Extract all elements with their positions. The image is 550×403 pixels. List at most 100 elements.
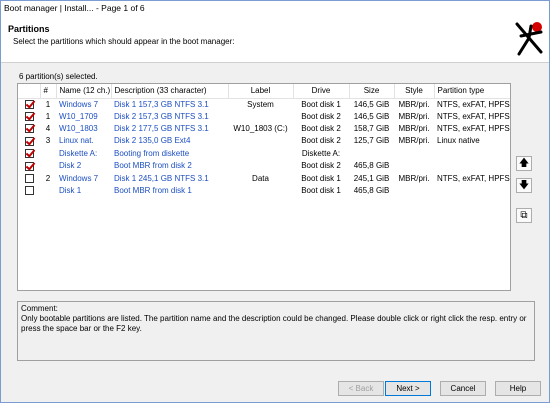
row-description: Disk 2 177,5 GB NTFS 3.1 [114, 124, 209, 134]
row-name: W10_1803 [59, 124, 98, 134]
row-checkbox[interactable] [18, 111, 40, 123]
row-drive: Boot disk 2 [301, 161, 341, 171]
row-style: MBR/pri. [398, 124, 430, 134]
row-checkbox[interactable] [18, 135, 40, 147]
row-drive: Boot disk 2 [301, 111, 341, 121]
row-number: 1 [45, 111, 51, 121]
row-partition-type [434, 160, 510, 172]
row-partition-type: NTFS, exFAT, HPFS [437, 124, 510, 134]
help-button[interactable]: Help [495, 381, 541, 396]
row-checkbox[interactable] [18, 148, 40, 160]
row-style: MBR/pri. [398, 136, 430, 146]
row-name: Diskette A: [59, 148, 98, 158]
partition-checkbox[interactable] [24, 136, 34, 146]
col-partition-type[interactable]: Partition type [434, 84, 510, 99]
table-row[interactable]: 1 W10_1709 Disk 2 157,3 GB NTFS 3.1 Boot di… [18, 111, 510, 123]
table-row[interactable]: 3 Linux nat. Disk 2 135,0 GB Ext4 Boot disk… [18, 135, 510, 147]
row-partition-type: NTFS, exFAT, HPFS [437, 99, 510, 109]
row-partition-type: NTFS, exFAT, HPFS [437, 173, 510, 183]
col-style[interactable]: Style [394, 84, 435, 99]
row-checkbox[interactable] [18, 172, 40, 184]
partition-checkbox[interactable] [24, 124, 34, 134]
col-size[interactable]: Size [349, 84, 395, 99]
row-style: MBR/pri. [398, 173, 430, 183]
copy-button[interactable]: ⧉ [516, 208, 532, 223]
cancel-button[interactable]: Cancel [440, 381, 486, 396]
col-name[interactable]: Name (12 ch.) [56, 84, 112, 99]
row-drive: Boot disk 1 [301, 99, 341, 109]
row-size: 125,7 GiB [353, 136, 390, 146]
arrow-down-icon: 🡇 [518, 180, 530, 191]
table-row[interactable]: Disk 2 Boot MBR from disk 2 Boot disk 2 465… [18, 160, 510, 172]
table-row[interactable]: 2 Windows 7 Disk 1 245,1 GB NTFS 3.1 Data Bo… [18, 172, 510, 184]
row-number [40, 160, 56, 172]
row-number [40, 148, 56, 160]
page-subtitle: Select the partitions which should appea… [13, 37, 235, 46]
row-style [394, 148, 434, 160]
row-size: 146,5 GiB [353, 99, 390, 109]
row-partition-type [434, 148, 510, 160]
partition-checkbox[interactable] [24, 149, 34, 159]
row-drive: Boot disk 2 [301, 124, 341, 134]
table-row[interactable]: Diskette A: Booting from diskette Diskette… [18, 148, 510, 160]
move-down-button[interactable]: 🡇 [516, 178, 532, 193]
row-drive: Boot disk 1 [301, 186, 341, 196]
partition-checkbox[interactable] [24, 161, 34, 171]
row-style [394, 185, 434, 197]
row-label: W10_1803 (C:) [233, 124, 288, 134]
row-label [228, 160, 293, 172]
row-drive: Boot disk 2 [301, 136, 341, 146]
page-title: Partitions [8, 24, 50, 34]
col-description[interactable]: Description (33 character) [111, 84, 229, 99]
row-size [349, 148, 394, 160]
row-name: W10_1709 [59, 111, 98, 121]
app-logo-icon [515, 22, 543, 56]
row-size: 158,7 GiB [353, 124, 390, 134]
row-description: Disk 1 245,1 GB NTFS 3.1 [114, 173, 209, 183]
row-description: Booting from diskette [114, 148, 190, 158]
row-description: Boot MBR from disk 2 [114, 161, 192, 171]
row-partition-type: NTFS, exFAT, HPFS [437, 111, 510, 121]
col-check[interactable] [18, 84, 41, 99]
row-description: Disk 2 135,0 GB Ext4 [114, 136, 191, 146]
row-size: 146,5 GiB [353, 111, 390, 121]
row-checkbox[interactable] [18, 185, 40, 197]
move-up-button[interactable]: 🡅 [516, 156, 532, 171]
next-button[interactable]: Next > [385, 381, 431, 396]
row-number: 2 [45, 173, 51, 183]
wizard-window: Boot manager | Install... - Page 1 of 6 … [0, 0, 550, 403]
back-button[interactable]: < Back [338, 381, 384, 396]
copy-icon: ⧉ [520, 210, 528, 221]
row-partition-type: Linux native [437, 136, 480, 146]
row-number [40, 185, 56, 197]
table-row[interactable]: 1 Windows 7 Disk 1 157,3 GB NTFS 3.1 System… [18, 98, 510, 111]
row-size: 245,1 GiB [353, 173, 390, 183]
row-name: Disk 2 [59, 161, 82, 171]
partition-list[interactable]: # Name (12 ch.) Description (33 characte… [17, 83, 511, 291]
row-description: Boot MBR from disk 1 [114, 186, 192, 196]
row-checkbox[interactable] [18, 160, 40, 172]
row-description: Disk 1 157,3 GB NTFS 3.1 [114, 99, 209, 109]
col-drive[interactable]: Drive [293, 84, 350, 99]
row-size: 465,8 GiB [353, 161, 390, 171]
row-label [228, 185, 293, 197]
partition-checkbox[interactable] [24, 174, 34, 184]
comment-text: Only bootable partitions are listed. The… [21, 314, 527, 333]
table-row[interactable]: 4 W10_1803 Disk 2 177,5 GB NTFS 3.1 W10_180… [18, 123, 510, 135]
row-checkbox[interactable] [18, 98, 40, 111]
row-checkbox[interactable] [18, 123, 40, 135]
partition-checkbox[interactable] [24, 186, 34, 196]
row-label: System [247, 99, 274, 109]
table-row[interactable]: Disk 1 Boot MBR from disk 1 Boot disk 1 465… [18, 185, 510, 197]
row-label [228, 111, 293, 123]
col-number[interactable]: # [40, 84, 57, 99]
col-label[interactable]: Label [228, 84, 294, 99]
partition-checkbox[interactable] [24, 112, 34, 122]
row-label [228, 148, 293, 160]
row-name: Linux nat. [59, 136, 94, 146]
row-description: Disk 2 157,3 GB NTFS 3.1 [114, 111, 209, 121]
comment-heading: Comment: [21, 304, 58, 313]
partition-table: # Name (12 ch.) Description (33 characte… [18, 84, 510, 197]
partition-checkbox[interactable] [24, 99, 34, 109]
row-number: 4 [45, 124, 51, 134]
